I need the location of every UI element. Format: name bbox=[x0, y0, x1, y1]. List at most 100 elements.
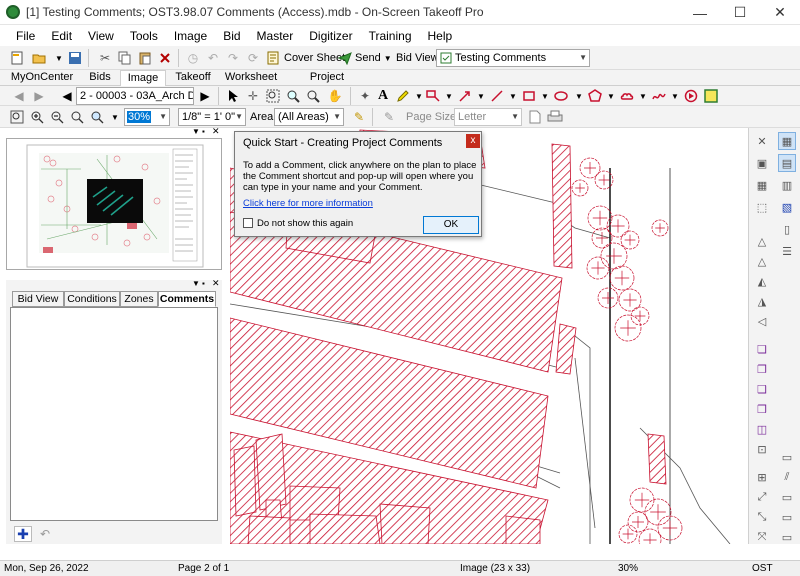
menu-help[interactable]: Help bbox=[420, 29, 461, 43]
fullscreen-icon[interactable]: ⤢ bbox=[753, 488, 771, 506]
ellipse-tool-icon[interactable] bbox=[552, 87, 570, 105]
more-info-link[interactable]: Click here for more information bbox=[243, 198, 373, 209]
page-strip-3-icon[interactable]: ▭ bbox=[778, 488, 796, 506]
menu-file[interactable]: File bbox=[8, 29, 43, 43]
pane-dropdown-icon[interactable]: ▼ bbox=[192, 279, 200, 288]
tab-takeoff[interactable]: Takeoff bbox=[168, 70, 218, 86]
save-icon[interactable] bbox=[66, 49, 84, 67]
layer-frame-icon[interactable]: ▣ bbox=[753, 154, 771, 172]
pane-pin-icon[interactable]: ▪ bbox=[202, 127, 205, 136]
tab-zones[interactable]: Zones bbox=[120, 291, 158, 307]
tab-image[interactable]: Image bbox=[120, 70, 166, 86]
annotation-c-icon[interactable]: ◭ bbox=[753, 272, 771, 290]
tab-bid-view[interactable]: Bid View bbox=[12, 291, 64, 307]
thumbnail-view-icon[interactable]: ▦ bbox=[778, 132, 796, 150]
open-folder-icon[interactable] bbox=[30, 49, 48, 67]
pane-dropdown-icon[interactable]: ▼ bbox=[192, 127, 200, 136]
annotation-b-icon[interactable]: △ bbox=[753, 252, 771, 270]
tab-comments[interactable]: Comments bbox=[158, 291, 216, 307]
page-select[interactable]: 2 - 00003 - 03A_Arch Dra bbox=[76, 87, 194, 105]
dialog-close-button[interactable]: x bbox=[466, 134, 480, 148]
undo-icon[interactable]: ↶ bbox=[204, 49, 222, 67]
menu-master[interactable]: Master bbox=[249, 29, 302, 43]
magnifier-icon[interactable] bbox=[304, 87, 322, 105]
page-tool-5-icon[interactable]: ◫ bbox=[753, 420, 771, 438]
new-bid-icon[interactable] bbox=[8, 49, 26, 67]
page-size-select[interactable]: Letter ▼ bbox=[454, 108, 522, 126]
grid-icon[interactable]: ▦ bbox=[753, 176, 771, 194]
cut-icon[interactable]: ✂ bbox=[96, 49, 114, 67]
page-tool-2-icon[interactable]: ❐ bbox=[753, 360, 771, 378]
document-icon[interactable]: ▧ bbox=[778, 198, 796, 216]
area-select[interactable]: (All Areas) ▼ bbox=[274, 108, 344, 126]
select-region-icon[interactable]: ⬚ bbox=[753, 198, 771, 216]
sticky-note-icon[interactable] bbox=[702, 87, 720, 105]
zoom-select[interactable]: 30% ▼ bbox=[124, 108, 170, 126]
forward-icon[interactable]: ▶ bbox=[30, 87, 48, 105]
bid-view-select[interactable]: Testing Comments ▼ bbox=[436, 49, 590, 67]
close-button[interactable]: ✕ bbox=[760, 0, 800, 25]
next-page-icon[interactable]: ▶ bbox=[196, 87, 214, 105]
annotation-a-icon[interactable]: △ bbox=[753, 232, 771, 250]
zoom-full-icon[interactable] bbox=[88, 108, 106, 126]
comment-pointer-icon[interactable]: ✦ bbox=[356, 87, 374, 105]
page-tool-4-icon[interactable]: ❒ bbox=[753, 400, 771, 418]
redo-icon[interactable]: ↷ bbox=[224, 49, 242, 67]
comments-list[interactable] bbox=[10, 307, 218, 521]
page-strip-1-icon[interactable]: ▭ bbox=[778, 448, 796, 466]
back-icon[interactable]: ◀ bbox=[10, 87, 28, 105]
zoom-icon[interactable] bbox=[284, 87, 302, 105]
scale-select[interactable]: 1/8" = 1' 0" ▼ bbox=[178, 108, 246, 126]
print-icon[interactable] bbox=[546, 108, 564, 126]
text-tool-icon[interactable]: A bbox=[374, 87, 392, 105]
pane-close-icon[interactable]: ✕ bbox=[212, 126, 220, 137]
previous-page-icon[interactable]: ◀ bbox=[58, 87, 76, 105]
menu-training[interactable]: Training bbox=[361, 29, 420, 43]
tab-bids[interactable]: Bids bbox=[80, 70, 120, 86]
zoom-previous-icon[interactable] bbox=[68, 108, 86, 126]
refresh-icon[interactable]: ⟳ bbox=[244, 49, 262, 67]
audio-comment-icon[interactable] bbox=[682, 87, 700, 105]
list-icon[interactable]: ☰ bbox=[778, 242, 796, 260]
menu-view[interactable]: View bbox=[80, 29, 122, 43]
paste-icon[interactable] bbox=[136, 49, 154, 67]
page-icon[interactable]: ▯ bbox=[778, 220, 796, 238]
ok-button[interactable]: OK bbox=[423, 216, 479, 234]
cover-sheet-button[interactable]: Cover Sheet bbox=[266, 49, 345, 67]
do-not-show-checkbox[interactable] bbox=[243, 218, 253, 228]
reply-button[interactable]: ↶ bbox=[36, 526, 54, 542]
area-wand-icon[interactable]: ✎ bbox=[350, 108, 368, 126]
page-tool-6-icon[interactable]: ⊡ bbox=[753, 440, 771, 458]
page-strip-2-icon[interactable]: ⫽ bbox=[778, 468, 796, 486]
page-thumbnail[interactable] bbox=[7, 139, 221, 269]
tab-myoncenter[interactable]: MyOnCenter bbox=[6, 70, 78, 86]
zoom-window-icon[interactable] bbox=[264, 87, 282, 105]
annotation-d-icon[interactable]: ◮ bbox=[753, 292, 771, 310]
menu-image[interactable]: Image bbox=[166, 29, 215, 43]
page-setup-icon[interactable] bbox=[526, 108, 544, 126]
tab-project-express[interactable]: Project Express bbox=[290, 70, 364, 98]
shrink-icon[interactable]: ⤡ bbox=[753, 508, 771, 526]
minimize-button[interactable]: — bbox=[680, 0, 720, 25]
do-not-show-label[interactable]: Do not show this again bbox=[257, 218, 353, 229]
page-tool-3-icon[interactable]: ❑ bbox=[753, 380, 771, 398]
crosshair-icon[interactable]: ✛ bbox=[244, 87, 262, 105]
navigate-icon[interactable]: ✕ bbox=[753, 132, 771, 150]
delete-icon[interactable] bbox=[156, 49, 174, 67]
tab-worksheet[interactable]: Worksheet bbox=[222, 70, 280, 86]
zoom-fit-icon[interactable] bbox=[8, 108, 26, 126]
table-icon[interactable]: ▥ bbox=[778, 176, 796, 194]
rotate-icon[interactable]: ⤧ bbox=[753, 528, 771, 546]
copy-icon[interactable] bbox=[116, 49, 134, 67]
tab-conditions[interactable]: Conditions bbox=[64, 291, 120, 307]
page-tool-1-icon[interactable]: ❏ bbox=[753, 340, 771, 358]
send-button[interactable]: Send ▼ bbox=[338, 49, 392, 67]
image-view-icon[interactable]: ▤ bbox=[778, 154, 796, 172]
menu-bid[interactable]: Bid bbox=[215, 29, 248, 43]
zoom-out-icon[interactable] bbox=[48, 108, 66, 126]
pane-close-icon[interactable]: ✕ bbox=[212, 278, 220, 289]
pan-hand-icon[interactable]: ✋ bbox=[326, 87, 344, 105]
pointer-icon[interactable] bbox=[224, 87, 242, 105]
page-strip-5-icon[interactable]: ▭ bbox=[778, 528, 796, 546]
expand-icon[interactable]: ⊞ bbox=[753, 468, 771, 486]
